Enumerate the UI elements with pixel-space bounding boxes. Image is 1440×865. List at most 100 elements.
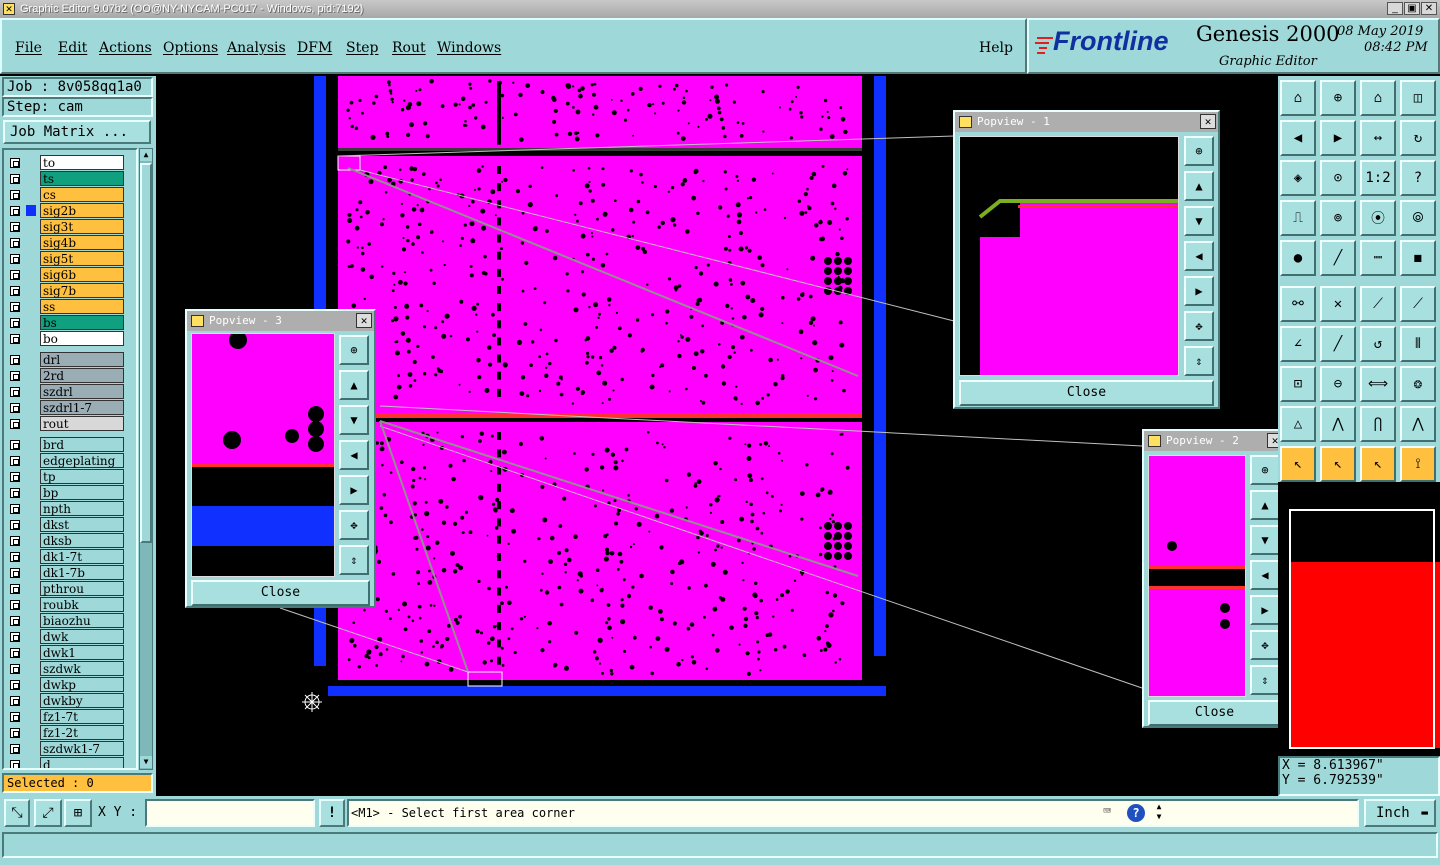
restore-icon[interactable]: ▣ <box>1404 2 1420 15</box>
layer-name[interactable]: pthrou <box>40 581 124 596</box>
layer-row[interactable]: bo <box>8 331 124 346</box>
layer-checkbox[interactable] <box>10 355 20 365</box>
polygon-b-icon[interactable]: ⋂ <box>1360 406 1396 442</box>
layer-name[interactable]: szdrl1-7 <box>40 400 124 415</box>
scale-1-2-icon[interactable]: 1:2 <box>1360 160 1396 196</box>
arc-icon[interactable]: ↺ <box>1360 326 1396 362</box>
popview-up-icon[interactable]: ▲ <box>1250 490 1280 520</box>
line-tool-icon[interactable]: ╱ <box>1320 326 1356 362</box>
layer-name[interactable]: sig4b <box>40 235 124 250</box>
snap-icon[interactable]: ⤢ <box>34 799 62 827</box>
layer-row[interactable]: npth <box>8 501 124 516</box>
grid-icon[interactable]: ⊞ <box>64 799 92 827</box>
scroll-thumb[interactable] <box>140 163 152 543</box>
job-matrix-button[interactable]: Job Matrix ... <box>3 120 151 144</box>
layer-name[interactable]: d <box>40 757 124 768</box>
popview-3-close-icon[interactable]: ✕ <box>356 313 372 328</box>
ruler-icon[interactable]: ┉ <box>1360 240 1396 276</box>
layer-checkbox[interactable] <box>10 584 20 594</box>
layer-row[interactable]: szdwk1-7 <box>8 741 124 756</box>
layer-row[interactable]: cs <box>8 187 124 202</box>
menu-options[interactable]: Options <box>163 40 218 56</box>
house-icon[interactable]: ⌂ <box>1360 80 1396 116</box>
layer-checkbox[interactable] <box>10 270 20 280</box>
layer-row[interactable]: szdwk <box>8 661 124 676</box>
layer-name[interactable]: drl <box>40 352 124 367</box>
layer-checkbox[interactable] <box>10 387 20 397</box>
layer-name[interactable]: to <box>40 155 124 170</box>
layer-name[interactable]: biaozhu <box>40 613 124 628</box>
layer-checkbox[interactable] <box>10 600 20 610</box>
layer-row[interactable]: edgeplating <box>8 453 124 468</box>
menu-actions[interactable]: Actions <box>99 40 152 56</box>
layer-checkbox[interactable] <box>10 696 20 706</box>
scroll-up-icon[interactable]: ▲ <box>140 149 152 161</box>
slot-icon[interactable]: ⫴ <box>1400 326 1436 362</box>
layer-checkbox[interactable] <box>10 403 20 413</box>
add-pad-icon[interactable]: ● <box>1280 240 1316 276</box>
layer-row[interactable]: biaozhu <box>8 613 124 628</box>
popview-fit-icon[interactable]: ✥ <box>1184 311 1214 341</box>
layer-row[interactable]: ss <box>8 299 124 314</box>
select-pointer-icon[interactable]: ↖ <box>1320 446 1356 482</box>
layer-row[interactable]: sig6b <box>8 267 124 282</box>
layer-name[interactable]: dk1-7t <box>40 549 124 564</box>
cross-icon[interactable]: ✕ <box>1320 286 1356 322</box>
layer-row[interactable]: rout <box>8 416 124 431</box>
layer-row[interactable]: dk1-7t <box>8 549 124 564</box>
menu-analysis[interactable]: Analysis <box>227 40 286 56</box>
line-split-icon[interactable]: ⊖ <box>1320 366 1356 402</box>
record-icon[interactable]: ⊚ <box>1320 200 1356 236</box>
layer-name[interactable]: sig6b <box>40 267 124 282</box>
polygon-a-icon[interactable]: ⋀ <box>1320 406 1356 442</box>
layer-row[interactable]: dwkby <box>8 693 124 708</box>
layer-checkbox[interactable] <box>10 536 20 546</box>
menu-edit[interactable]: Edit <box>58 40 87 56</box>
units-selector[interactable]: Inch ▬ <box>1364 799 1436 827</box>
layer-row[interactable]: dksb <box>8 533 124 548</box>
layer-row[interactable]: pthrou <box>8 581 124 596</box>
layer-checkbox[interactable] <box>10 632 20 642</box>
layer-checkbox[interactable] <box>10 371 20 381</box>
menu-rout[interactable]: Rout <box>392 40 426 56</box>
layer-row[interactable]: sig7b <box>8 283 124 298</box>
pointer-icon[interactable]: ↖ <box>1280 446 1316 482</box>
popview-1-close-icon[interactable]: ✕ <box>1200 114 1216 129</box>
layer-checkbox[interactable] <box>10 286 20 296</box>
popview-3-close-button[interactable]: Close <box>191 580 370 606</box>
layer-name[interactable]: dwk <box>40 629 124 644</box>
layer-row[interactable]: bp <box>8 485 124 500</box>
route-icon[interactable]: ⟟ <box>1400 446 1436 482</box>
layer-checkbox[interactable] <box>10 744 20 754</box>
popview-left-icon[interactable]: ◀ <box>1184 241 1214 271</box>
layer-checkbox[interactable] <box>10 520 20 530</box>
popview-left-icon[interactable]: ◀ <box>339 440 369 470</box>
layer-row[interactable]: sig2b <box>8 203 124 218</box>
layer-row[interactable]: dk1-7b <box>8 565 124 580</box>
fit-icon[interactable]: ◈ <box>1280 160 1316 196</box>
net-trace-icon[interactable]: ⦾ <box>1400 200 1436 236</box>
layer-checkbox[interactable] <box>10 568 20 578</box>
layer-checkbox[interactable] <box>10 488 20 498</box>
mirror-icon[interactable]: ↔ <box>1360 120 1396 156</box>
pan-right-icon[interactable]: ▶ <box>1320 120 1356 156</box>
layer-name[interactable]: sig3t <box>40 219 124 234</box>
popview-expand-icon[interactable]: ⇕ <box>1250 665 1280 695</box>
layer-row[interactable]: 2rd <box>8 368 124 383</box>
layer-name[interactable]: bo <box>40 331 124 346</box>
layer-name[interactable]: sig7b <box>40 283 124 298</box>
layer-name[interactable]: roubk <box>40 597 124 612</box>
minimize-icon[interactable]: _ <box>1387 2 1403 15</box>
layer-row[interactable]: dwk <box>8 629 124 644</box>
popview-right-icon[interactable]: ▶ <box>339 475 369 505</box>
layer-name[interactable]: bs <box>40 315 124 330</box>
layer-name[interactable]: dwkp <box>40 677 124 692</box>
popview-zoom-icon[interactable]: ⊕ <box>1184 136 1214 166</box>
spinner-icon[interactable]: ▲ ▼ <box>1153 802 1165 824</box>
group-icon[interactable]: ❂ <box>1400 366 1436 402</box>
layer-checkbox[interactable] <box>10 664 20 674</box>
layer-row[interactable]: sig4b <box>8 235 124 250</box>
layer-name[interactable]: ts <box>40 171 124 186</box>
layer-checkbox[interactable] <box>10 760 20 768</box>
layer-row[interactable]: sig3t <box>8 219 124 234</box>
